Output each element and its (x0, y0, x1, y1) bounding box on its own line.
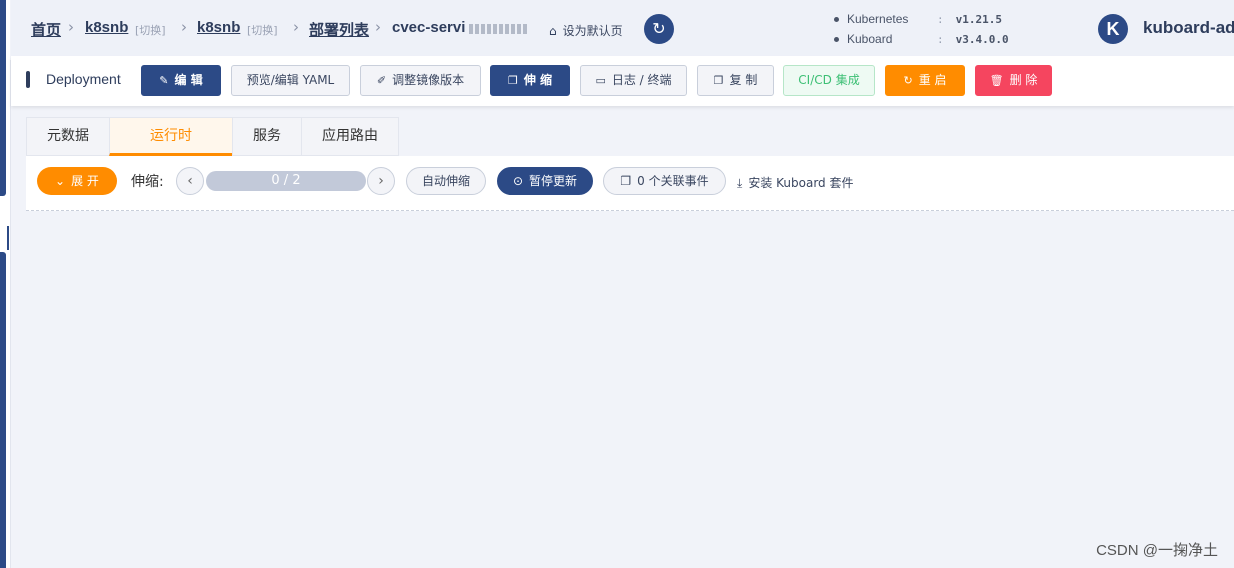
related-events-button[interactable]: ❐ 0 个关联事件 (603, 167, 726, 195)
restart-icon: ↻ (903, 74, 913, 87)
breadcrumb-cluster[interactable]: k8snb (85, 19, 128, 36)
deployment-toolbar: Deployment ✎ 编 辑 预览/编辑 YAML ✐ 调整镜像版本 ❐ 伸 缩 … (11, 56, 1234, 106)
set-default-label: 设为默认页 (562, 24, 623, 38)
chevron-left-icon: ‹ (187, 173, 193, 189)
refresh-button[interactable]: ↻ (644, 14, 674, 44)
refresh-icon: ↻ (652, 19, 666, 38)
chevron-right-icon: › (181, 18, 187, 36)
pencil-icon: ✐ (376, 74, 387, 87)
title-accent-bar (26, 71, 30, 88)
kubernetes-version-label: Kubernetes (834, 12, 908, 26)
download-icon: ⤓ (737, 176, 743, 190)
home-icon: ⌂ (549, 24, 557, 38)
monitor-icon: ▭ (595, 74, 606, 87)
breadcrumb-namespace[interactable]: k8snb (197, 19, 240, 36)
cluster-switch-link[interactable]: [切换] (135, 22, 166, 38)
pause-update-button[interactable]: ⊙ 暂停更新 (497, 167, 593, 195)
breadcrumb-deployment-list[interactable]: 部署列表 (309, 19, 369, 40)
auto-scale-button[interactable]: 自动伸缩 (406, 167, 486, 195)
copy-icon: ❐ (507, 74, 518, 87)
edit-icon: ✎ (159, 74, 169, 87)
tab-services[interactable]: 服务 (232, 117, 301, 156)
top-header: 首页 › k8snb [切换] › k8snb [切换] › 部署列表 › cv… (11, 0, 1234, 56)
chevron-right-icon: › (293, 18, 299, 36)
watermark: CSDN @一掬净土 (1096, 542, 1218, 559)
copy-button[interactable]: ❐ 复 制 (697, 65, 774, 96)
install-kuboard-suite-link[interactable]: ⤓ 安装 Kuboard 套件 (737, 174, 853, 191)
cicd-integration-button[interactable]: CI/CD 集成 (783, 65, 875, 96)
copy-icon: ❐ (713, 74, 724, 87)
delete-button[interactable]: 🗑 删 除 (975, 65, 1052, 96)
replicas-progress: 0 / 2 (206, 171, 366, 191)
preview-edit-yaml-button[interactable]: 预览/编辑 YAML (231, 65, 350, 96)
adjust-image-version-button[interactable]: ✐ 调整镜像版本 (360, 65, 481, 96)
detail-tabs: 元数据 运行时 服务 应用路由 (26, 117, 399, 156)
breadcrumb-home[interactable]: 首页 (31, 19, 61, 40)
kuboard-version-value: : v3.4.0.0 (937, 33, 1009, 46)
pause-circle-icon: ⊙ (512, 174, 524, 188)
tab-runtime[interactable]: 运行时 (109, 117, 232, 156)
chevron-right-icon: › (375, 18, 381, 36)
chevron-right-icon: › (378, 173, 384, 189)
chevron-right-icon: › (68, 18, 74, 36)
kuboard-logo: K (1098, 14, 1128, 44)
left-edge-segment (0, 0, 6, 196)
logs-terminal-button[interactable]: ▭ 日志 / 终端 (580, 65, 687, 96)
decrease-replicas-button[interactable]: ‹ (176, 167, 204, 195)
scale-button[interactable]: ❐ 伸 缩 (490, 65, 570, 96)
tab-ingress[interactable]: 应用路由 (301, 117, 399, 156)
namespace-switch-link[interactable]: [切换] (247, 22, 278, 38)
scale-label: 伸缩: (131, 174, 164, 190)
restart-button[interactable]: ↻ 重 启 (885, 65, 965, 96)
edit-button[interactable]: ✎ 编 辑 (141, 65, 221, 96)
set-default-page-link[interactable]: ⌂ 设为默认页 (549, 22, 623, 39)
tab-metadata[interactable]: 元数据 (26, 117, 109, 156)
page-title: Deployment (46, 71, 121, 87)
brand-name: kuboard-ad (1143, 18, 1234, 37)
left-divider (10, 60, 11, 568)
left-edge-strip (0, 0, 10, 568)
kuboard-version-label: Kuboard (834, 32, 892, 46)
redacted-name (469, 24, 529, 34)
kubernetes-version-value: : v1.21.5 (937, 13, 1002, 26)
replicas-progress-text: 0 / 2 (271, 173, 301, 188)
event-icon: ❐ (620, 174, 632, 188)
chevron-down-icon: ⌄ (55, 174, 66, 188)
trash-icon: 🗑 (989, 74, 1004, 87)
breadcrumb-current: cvec-servi (392, 19, 466, 36)
left-edge-segment (0, 252, 6, 568)
left-edge-tick (7, 226, 9, 250)
expand-button[interactable]: ⌄ 展 开 (37, 167, 117, 195)
runtime-panel: ⌄ 展 开 伸缩: ‹ 0 / 2 › 自动伸缩 ⊙ 暂停更新 ❐ 0 个关联事件 ⤓… (26, 156, 1234, 211)
increase-replicas-button[interactable]: › (367, 167, 395, 195)
